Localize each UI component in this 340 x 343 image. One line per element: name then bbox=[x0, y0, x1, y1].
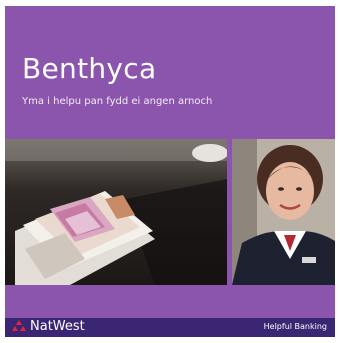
bank-staff-photo bbox=[232, 139, 335, 285]
page-subtitle: Yma i helpu pan fydd ei angen arnoch bbox=[22, 96, 213, 107]
brand-name: NatWest bbox=[30, 319, 85, 334]
brand-tagline: Helpful Banking bbox=[263, 322, 327, 331]
fabric-swatches-image bbox=[5, 139, 227, 285]
purple-band bbox=[5, 285, 335, 318]
promo-card: Benthyca Yma i helpu pan fydd ei angen a… bbox=[5, 6, 335, 337]
fabric-swatches-photo bbox=[5, 139, 227, 285]
page-title: Benthyca bbox=[22, 52, 157, 85]
footer-bar: NatWest Helpful Banking bbox=[5, 318, 335, 337]
natwest-logo-icon bbox=[12, 320, 26, 331]
bank-employee-image bbox=[232, 139, 335, 285]
